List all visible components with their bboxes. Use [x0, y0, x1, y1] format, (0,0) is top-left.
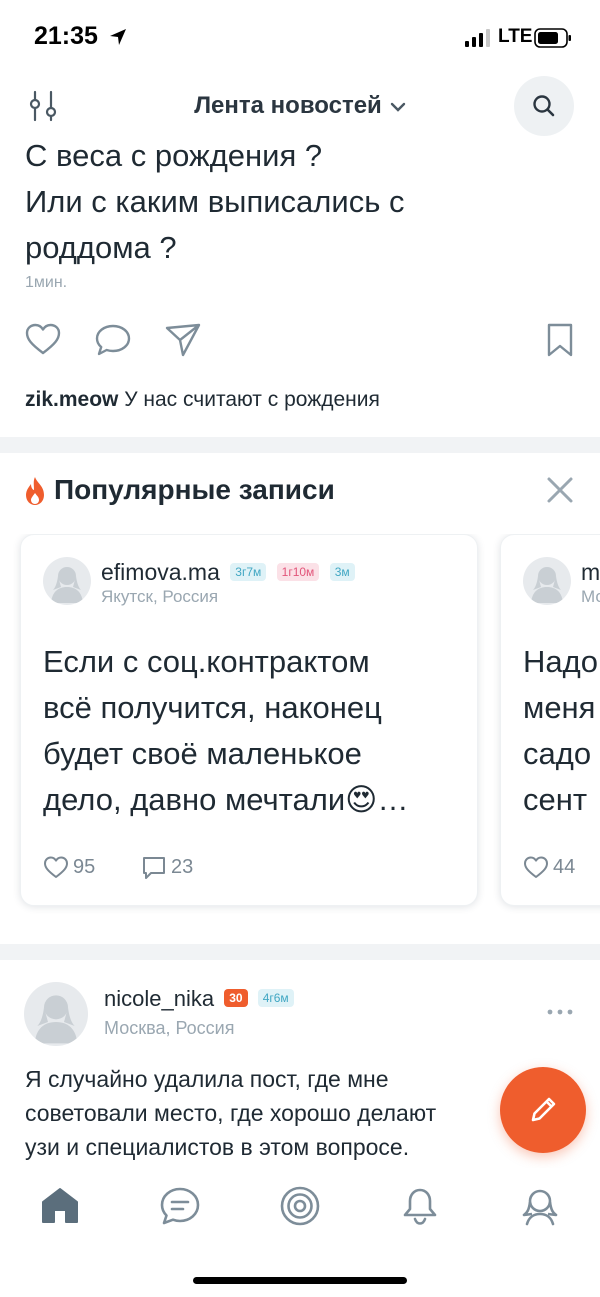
post-text[interactable]: Я случайно удалила пост, где мне советов…	[25, 1062, 525, 1168]
popular-section-header: Популярные записи	[22, 470, 582, 514]
post-timestamp: 1мин.	[25, 274, 68, 291]
popular-title: Популярные записи	[54, 474, 335, 505]
status-bar: 21:35 LTE	[0, 0, 600, 76]
avatar[interactable]	[523, 557, 571, 605]
popular-carousel[interactable]: efimova.ma 3г7м 1г10м 3м Якутск, Россия …	[0, 534, 600, 914]
likes-count: 44	[553, 856, 576, 878]
search-button[interactable]	[514, 76, 574, 136]
battery-icon	[534, 28, 571, 48]
card-text-line: сент	[523, 782, 588, 817]
likes-count: 95	[73, 856, 96, 878]
tab-target-icon[interactable]	[278, 1184, 322, 1228]
create-post-button[interactable]	[500, 1067, 586, 1153]
section-divider	[0, 944, 600, 960]
card-location: Мо	[581, 587, 600, 606]
pencil-icon	[531, 1097, 556, 1122]
tab-profile-icon[interactable]	[518, 1184, 562, 1228]
comment-icon	[143, 857, 165, 879]
post-author-row: nicole_nika 30 4г6м	[104, 986, 294, 1012]
card-text-line: Если с соц.контрактом	[43, 644, 370, 679]
comment-bubble-icon[interactable]	[93, 320, 133, 360]
avatar[interactable]	[43, 557, 91, 605]
card-text-line: Надо	[523, 644, 598, 679]
tab-bell-icon[interactable]	[398, 1184, 442, 1228]
post-text-line: Или с каким выписались с	[25, 184, 405, 219]
comment-preview[interactable]: zik.meow У нас считают с рождения	[25, 388, 380, 412]
card-text-line: меня	[523, 690, 596, 725]
tab-chat-icon[interactable]	[158, 1184, 202, 1228]
card-text-line: садо	[523, 736, 592, 771]
post-author[interactable]: nicole_nika	[104, 986, 214, 1011]
card-text-line: будет своё маленькое	[43, 736, 362, 771]
child-age-badge: 4г6м	[257, 989, 294, 1007]
card-username[interactable]: m	[581, 559, 600, 585]
card-username-row: efimova.ma 3г7м 1г10м 3м	[101, 559, 355, 586]
card-username[interactable]: efimova.ma	[101, 559, 220, 585]
card-likes[interactable]: 95	[43, 853, 123, 883]
heart-icon	[524, 856, 548, 878]
comment-text: У нас считают с рождения	[124, 388, 380, 411]
home-indicator	[193, 1277, 407, 1284]
avatar-placeholder-icon	[531, 567, 563, 603]
comment-author[interactable]: zik.meow	[25, 388, 118, 411]
card-comments[interactable]: 23	[141, 853, 221, 883]
card-likes[interactable]: 44	[523, 853, 600, 883]
more-options-icon[interactable]	[546, 1002, 574, 1022]
share-send-icon[interactable]	[163, 320, 203, 360]
section-divider	[0, 437, 600, 453]
card-text: Если с соц.контрактом всё получится, нак…	[43, 639, 463, 823]
user-level-badge: 30	[224, 989, 248, 1007]
chevron-down-icon	[390, 102, 405, 112]
feed-title-dropdown[interactable]: Лента новостей	[0, 92, 600, 120]
post-text-line: С веса с рождения ?	[25, 138, 323, 173]
post-location: Москва, Россия	[104, 1018, 235, 1038]
avatar-placeholder-icon	[34, 995, 78, 1044]
tab-bar	[0, 1168, 600, 1258]
bookmark-icon[interactable]	[540, 320, 580, 360]
post-text-line: советовали место, где хорошо делают	[25, 1100, 437, 1126]
card-text-line: всё получится, наконец	[43, 690, 382, 725]
post-text-line: роддома ?	[25, 230, 177, 265]
page-title: Лента новостей	[194, 92, 382, 119]
comments-count: 23	[171, 856, 194, 878]
card-username-row: m	[581, 559, 600, 586]
card-text-line: дело, давно мечтали😍…	[43, 782, 409, 817]
child-age-badge: 3м	[329, 563, 355, 581]
close-icon[interactable]	[542, 472, 578, 508]
post-text-line: Я случайно удалила пост, где мне	[25, 1066, 389, 1092]
post-actions	[0, 320, 600, 364]
post-text[interactable]: С веса с рождения ? Или с каким выписали…	[25, 133, 585, 271]
location-arrow-icon	[110, 29, 126, 45]
popular-card[interactable]: efimova.ma 3г7м 1г10м 3м Якутск, Россия …	[20, 534, 478, 906]
header: Лента новостей	[0, 76, 600, 138]
child-age-badge: 3г7м	[230, 563, 267, 581]
search-icon	[533, 95, 555, 117]
heart-icon	[44, 856, 68, 878]
avatar-placeholder-icon	[51, 567, 83, 603]
tab-home-icon[interactable]	[38, 1184, 82, 1228]
avatar[interactable]	[24, 982, 88, 1046]
network-type: LTE	[498, 26, 533, 47]
status-time: 21:35	[34, 22, 98, 50]
post-text-line: узи и специалистов в этом вопросе.	[25, 1134, 410, 1160]
fire-icon	[26, 477, 44, 505]
popular-card[interactable]: m Мо Надо меня садо сент 44	[500, 534, 600, 906]
child-age-badge: 1г10м	[276, 563, 320, 581]
signal-icon	[465, 29, 490, 47]
card-text: Надо меня садо сент	[523, 639, 600, 823]
like-heart-icon[interactable]	[23, 320, 63, 360]
card-location: Якутск, Россия	[101, 587, 219, 606]
